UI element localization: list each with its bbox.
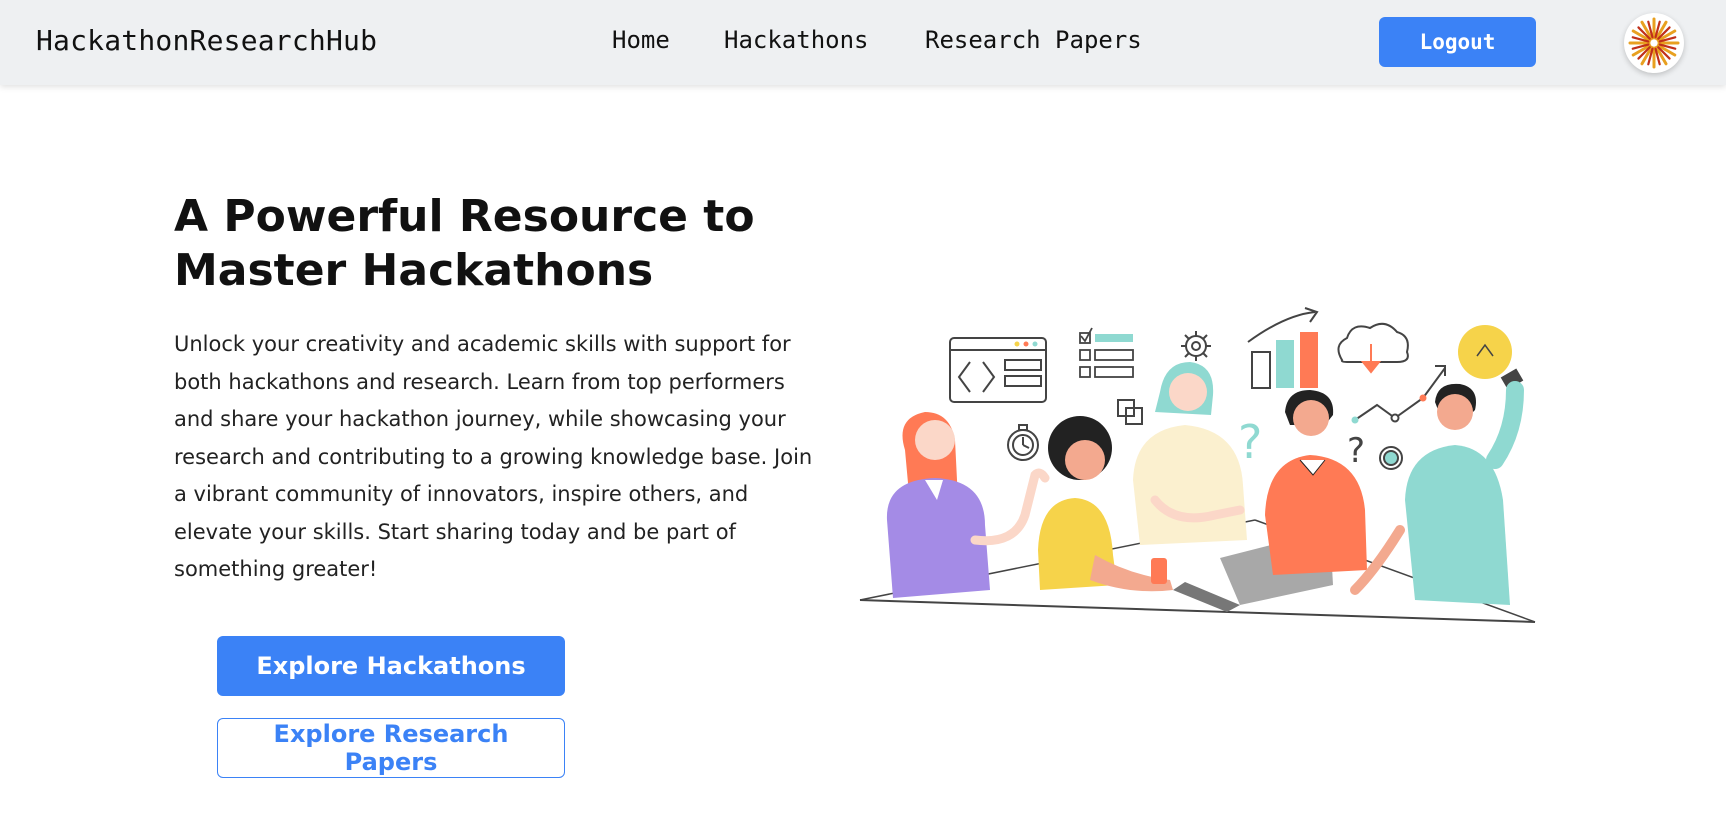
layers-icon [1117, 399, 1143, 425]
top-navbar: HackathonResearchHub Home Hackathons Res… [0, 0, 1726, 85]
growth-chart-icon [1247, 307, 1319, 389]
user-avatar[interactable] [1624, 13, 1684, 73]
question-mark-icon: ? [1238, 415, 1262, 469]
logout-button[interactable]: Logout [1379, 17, 1536, 67]
table-line [859, 599, 1536, 623]
nav-link-hackathons[interactable]: Hackathons [724, 26, 869, 54]
person-teal-hair [1133, 362, 1247, 584]
hero-description: Unlock your creativity and academic skil… [174, 332, 813, 581]
nav-link-home[interactable]: Home [612, 26, 670, 54]
checklist-icon [1079, 327, 1134, 378]
person-teal-shirt [1350, 381, 1524, 605]
explore-research-papers-button[interactable]: Explore Research Papers [217, 718, 565, 778]
stopwatch-icon [1007, 424, 1039, 461]
analytics-line-icon [1351, 365, 1446, 424]
person-orange-hair [886, 412, 1050, 598]
team-collaboration-illustration: ? ? [859, 307, 1536, 623]
person-orange-shirt [1265, 390, 1367, 575]
code-window-icon [949, 337, 1047, 403]
nav-link-research-papers[interactable]: Research Papers [925, 26, 1142, 54]
hero-title-line1: A Powerful Resource to [174, 191, 755, 242]
gear-icon [1181, 331, 1211, 361]
lightbulb-icon [1458, 325, 1524, 390]
explore-hackathons-button[interactable]: Explore Hackathons [217, 636, 565, 696]
question-mark-icon: ? [1347, 431, 1365, 471]
small-gear-icon [1379, 446, 1403, 470]
brand-logo-text[interactable]: HackathonResearchHub [36, 24, 377, 57]
hero-title: A Powerful Resource to Master Hackathons [174, 190, 874, 298]
cloud-download-icon [1337, 322, 1409, 374]
sunburst-avatar-icon [1628, 17, 1680, 69]
hero-title-line2: Master Hackathons [174, 245, 654, 296]
